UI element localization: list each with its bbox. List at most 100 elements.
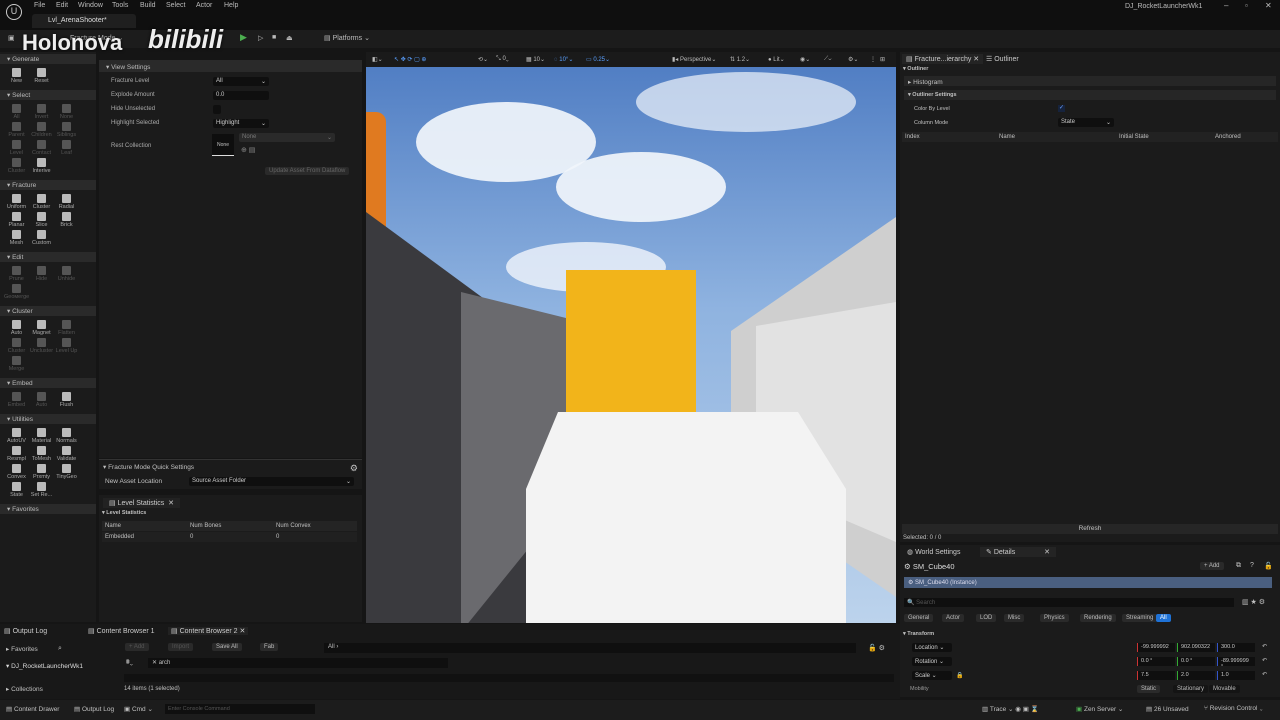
outliner-settings-section[interactable]: ▾ Outliner Settings [904,90,1276,100]
level-tab[interactable]: Lvl_ArenaShooter* [32,14,136,28]
tool-autouv[interactable]: AutoUV [4,428,29,444]
tab-content-browser-1[interactable]: ▤ Content Browser 1 [88,627,155,635]
tool-resmpl[interactable]: Resmpl [4,446,29,462]
rotation-x-input[interactable]: 0.0 ° [1137,657,1175,666]
filter-icon[interactable]: ⩩⌄ [126,659,133,667]
tool-normals[interactable]: Normals [54,428,79,444]
tool-prune[interactable]: Prune [4,266,29,282]
unsaved-button[interactable]: ▤ 26 Unsaved [1146,705,1189,713]
cb-settings-icon[interactable]: 🔓 ⚙ [868,644,885,652]
search-icon[interactable]: ⌕ [58,645,62,653]
lit-dropdown[interactable]: ● Lit⌄ [768,56,785,63]
tool-auto[interactable]: Auto [4,320,29,336]
scale-x-input[interactable]: 7.5 [1137,671,1175,680]
tool-interive[interactable]: Interive [29,158,54,174]
section-fracture[interactable]: ▾ Fracture [0,180,96,190]
fab-button[interactable]: Fab [260,643,279,651]
section-edit[interactable]: ▾ Edit [0,252,96,262]
category-general[interactable]: General [904,614,934,622]
tool-cluster[interactable]: Cluster [4,338,29,354]
more-icon[interactable]: ⋮ [870,56,876,63]
help-icon[interactable]: ? [1250,562,1254,569]
tool-brick[interactable]: Brick [54,212,79,228]
section-cluster[interactable]: ▾ Cluster [0,306,96,316]
tool-flatten[interactable]: Flatten [54,320,79,336]
project-folder[interactable]: ▾ DJ_RocketLauncherWk1 [6,662,83,670]
rotation-y-input[interactable]: 0.0 ° [1177,657,1215,666]
location-y-input[interactable]: 902.090322 [1177,643,1215,652]
tab-outliner[interactable]: ☰ Outliner [982,54,1023,64]
add-component-button[interactable]: + Add [1200,562,1224,570]
tool-custom[interactable]: Custom [29,230,54,246]
zen-server-dropdown[interactable]: ▣ Zen Server ⌄ [1076,705,1123,713]
tool-magnet[interactable]: Magnet [29,320,54,336]
gear-icon[interactable]: ⚙ [350,463,358,474]
tool-children[interactable]: Children [29,122,54,138]
scale-dropdown[interactable]: Scale ⌄ [912,671,952,680]
section-embed[interactable]: ▾ Embed [0,378,96,388]
menu-tools[interactable]: Tools [112,2,128,9]
rotation-dropdown[interactable]: Rotation ⌄ [912,657,952,666]
reset-scale-icon[interactable]: ↶ [1262,671,1267,678]
platforms-dropdown[interactable]: ▤ Platforms ⌄ [324,34,370,42]
perspective-dropdown[interactable]: ▮◂ Perspective⌄ [672,56,716,63]
realtime-icon[interactable]: ⟋⌄ [824,56,831,63]
rest-collection-thumbnail[interactable]: None [212,134,234,156]
tool-none[interactable]: None [54,104,79,120]
component-row[interactable]: ⚙ SM_Cube40 (Instance) [904,577,1272,588]
content-drawer-button[interactable]: ▤ Content Drawer [6,705,59,713]
show-icon[interactable]: ◉⌄ [800,56,810,63]
asset-thumbnail-strip[interactable] [124,674,894,682]
tool-radial[interactable]: Radial [54,194,79,210]
menu-build[interactable]: Build [140,2,156,9]
table-view-icon[interactable]: ▥ ★ ⚙ [1242,598,1265,606]
tool-state[interactable]: State [4,482,29,498]
tool-planar[interactable]: Planar [4,212,29,228]
tab-details[interactable]: ✎ Details ✕ [980,547,1056,557]
tool-tinygeo[interactable]: TinyGeo [54,464,79,480]
tool-embed[interactable]: Embed [4,392,29,408]
tab-output-log[interactable]: ▤ Output Log [4,627,47,635]
tool-set-re[interactable]: Set Re... [29,482,54,498]
scale-lock-icon[interactable]: 🔒 [956,672,963,679]
menu-file[interactable]: File [34,2,45,9]
minimize-button[interactable]: – [1224,1,1228,10]
scale-y-input[interactable]: 2.0 [1177,671,1215,680]
column-name[interactable]: Name [999,134,1015,140]
tool-auto[interactable]: Auto [29,392,54,408]
blueprint-icon[interactable]: ⧉ [1236,562,1241,570]
transform-section[interactable]: ▾ Transform [903,631,934,637]
column-index[interactable]: Index [905,134,920,140]
cmd-dropdown[interactable]: ▣ Cmd ⌄ [124,705,153,713]
location-z-input[interactable]: 300.0 [1217,643,1255,652]
column-initial-state[interactable]: Initial State [1119,134,1149,140]
section-favorites[interactable]: ▾ Favorites [0,504,96,514]
mobility-movable[interactable]: Movable [1209,685,1240,693]
tool-geo-erge[interactable]: Geoмerge [4,284,29,300]
mobility-stationary[interactable]: Stationary [1173,685,1209,693]
category-all[interactable]: All [1156,614,1171,622]
category-physics[interactable]: Physics [1040,614,1069,622]
category-lod[interactable]: LOD [976,614,997,622]
menu-edit[interactable]: Edit [56,2,68,9]
lock-icon[interactable]: 🔓 [1264,562,1273,570]
quick-settings-header[interactable]: ▾ Fracture Mode Quick Settings ⚙ [99,460,362,474]
explode-amount-input[interactable]: 0.0 [213,91,269,100]
stop-button[interactable]: ■ [272,34,276,41]
tool-leaf[interactable]: Leaf [54,140,79,156]
play-button[interactable]: ▶ [240,32,247,43]
color-by-level-checkbox[interactable]: ✓ [1058,105,1065,112]
grid-snap[interactable]: ▦ 10⌄ [526,56,545,63]
section-select[interactable]: ▾ Select [0,90,96,100]
collections-section[interactable]: ▸ Collections [6,685,43,693]
unreal-logo[interactable]: U [6,4,22,20]
favorites-section[interactable]: ▸ Favorites [6,645,38,653]
tool-mesh[interactable]: Mesh [4,230,29,246]
update-asset-button[interactable]: Update Asset From Dataflow [265,167,350,175]
tool-unhide[interactable]: Unhide [54,266,79,282]
tool-merge[interactable]: Merge [4,356,29,372]
tool-level-up[interactable]: Level Up [54,338,79,354]
tool-new[interactable]: New [4,68,29,84]
tool-convex[interactable]: Convex [4,464,29,480]
category-streaming[interactable]: Streaming [1122,614,1158,622]
